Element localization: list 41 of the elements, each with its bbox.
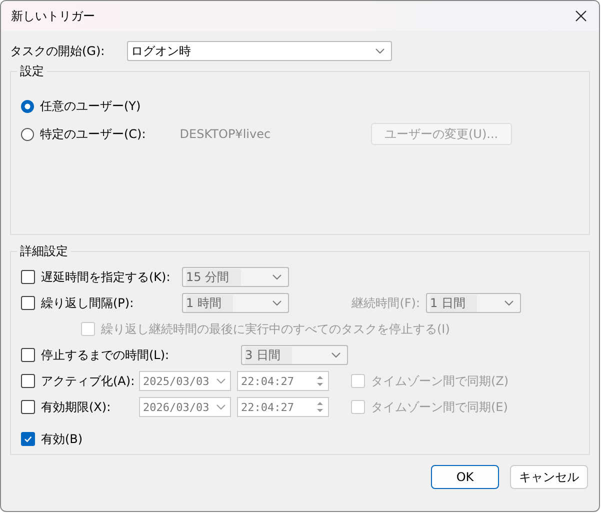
time-field[interactable]: 22:04:27 [237, 371, 329, 391]
checkbox-label: 繰り返し間隔(P): [41, 294, 134, 312]
checkbox[interactable] [21, 432, 35, 446]
spinner-icon [316, 399, 324, 415]
close-icon[interactable] [575, 10, 587, 22]
window-title: 新しいトリガー [11, 8, 95, 24]
radio-button[interactable] [21, 100, 34, 112]
radio-label: 任意のユーザー(Y) [40, 98, 141, 114]
caret-icon [504, 300, 514, 306]
checkbox-label: タイムゾーン間で同期(E) [371, 398, 508, 416]
checkbox-label: タイムゾーン間で同期(Z) [371, 372, 509, 390]
dialog-button[interactable]: キャンセル [510, 465, 588, 489]
time-field[interactable]: 22:04:27 [237, 397, 329, 417]
spinner-icon [316, 373, 324, 389]
user-name: DESKTOP¥livec [180, 127, 272, 141]
group-title: 設定 [19, 63, 45, 80]
checkbox-label: 停止するまでの時間(L): [41, 346, 170, 364]
checkbox[interactable] [21, 296, 35, 310]
checkbox-label: アクティブ化(A): [41, 372, 135, 390]
checkbox[interactable] [21, 270, 35, 284]
caret-icon [216, 404, 226, 410]
caret-icon [216, 378, 226, 384]
caret-icon [331, 352, 341, 358]
checkbox-label: 繰り返し継続時間の最後に実行中のすべてのタスクを停止する(I) [101, 320, 450, 338]
checkbox-label: 有効期限(X): [41, 398, 111, 416]
checkbox[interactable] [21, 348, 35, 362]
duration-label: 継続時間(F): [352, 294, 420, 312]
checkbox-label: 有効(B) [41, 430, 83, 448]
checkbox[interactable] [21, 400, 35, 414]
check-icon [23, 434, 33, 444]
checkbox-label: 遅延時間を指定する(K): [41, 268, 170, 286]
radio-button[interactable] [21, 128, 34, 140]
group-title: 詳細設定 [19, 243, 69, 260]
task-start-label: タスクの開始(G): [10, 42, 106, 60]
radio-label: 特定のユーザー(C): [40, 126, 146, 142]
caret-icon [375, 48, 385, 54]
dropdown[interactable]: ログオン時 [127, 41, 392, 61]
caret-icon [272, 300, 282, 306]
caret-icon [272, 274, 282, 280]
dialog-button[interactable]: OK [431, 465, 499, 489]
checkbox[interactable] [21, 374, 35, 388]
